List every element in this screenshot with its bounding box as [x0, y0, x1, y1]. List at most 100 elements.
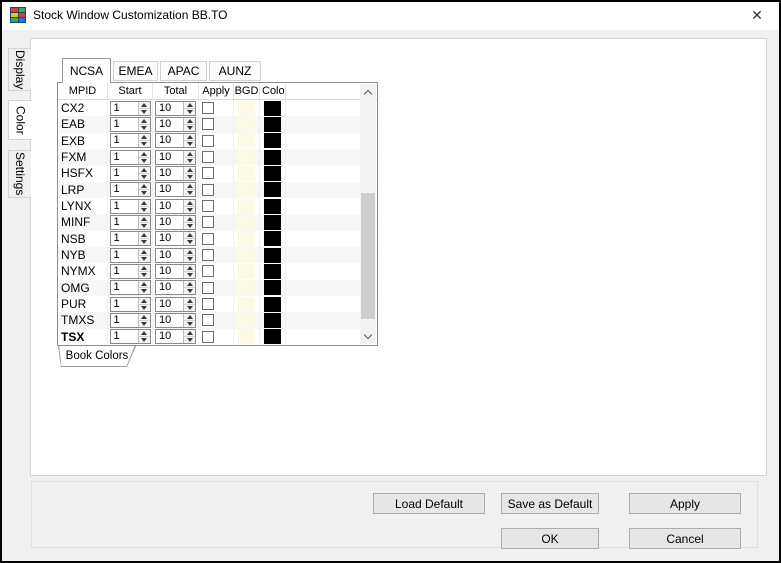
total-spinner-up-button[interactable] — [184, 134, 195, 142]
total-spinner-up-button[interactable] — [184, 166, 195, 174]
start-spinner-up-button[interactable] — [138, 232, 150, 240]
start-spinner-up-button[interactable] — [138, 199, 150, 207]
scroll-down-arrow[interactable] — [360, 328, 376, 344]
total-spinner[interactable]: 10 — [155, 182, 196, 198]
total-spinner-down-button[interactable] — [184, 271, 195, 278]
total-spinner-up-button[interactable] — [184, 183, 195, 191]
total-spinner[interactable]: 10 — [155, 133, 196, 149]
start-spinner-up-button[interactable] — [138, 150, 150, 158]
start-spinner[interactable]: 1 — [109, 116, 151, 132]
apply-checkbox[interactable] — [202, 102, 214, 115]
total-spinner[interactable]: 10 — [155, 165, 196, 181]
apply-checkbox[interactable] — [202, 200, 214, 213]
tab-ncsa[interactable]: NCSA — [62, 58, 111, 83]
tab-settings[interactable]: Settings — [8, 150, 31, 198]
color-swatch[interactable] — [264, 214, 281, 230]
apply-checkbox[interactable] — [202, 298, 214, 311]
bgd-swatch[interactable] — [238, 100, 255, 116]
total-spinner-down-button[interactable] — [184, 108, 195, 115]
start-spinner[interactable]: 1 — [109, 182, 151, 198]
start-spinner-up-button[interactable] — [138, 215, 150, 223]
bgd-swatch[interactable] — [238, 133, 255, 149]
color-swatch[interactable] — [264, 198, 281, 214]
start-spinner-up-button[interactable] — [138, 248, 150, 256]
tab-emea[interactable]: EMEA — [113, 61, 158, 81]
total-spinner[interactable]: 10 — [155, 312, 196, 328]
total-spinner-down-button[interactable] — [184, 304, 195, 311]
total-spinner-down-button[interactable] — [184, 337, 195, 344]
bgd-swatch[interactable] — [238, 231, 255, 247]
start-spinner[interactable]: 1 — [109, 165, 151, 181]
bgd-swatch[interactable] — [238, 182, 255, 198]
tab-display[interactable]: Display — [8, 48, 31, 91]
tab-apac[interactable]: APAC — [160, 61, 207, 81]
color-swatch[interactable] — [264, 149, 281, 165]
start-spinner-up-button[interactable] — [138, 183, 150, 191]
close-button[interactable]: ✕ — [739, 0, 775, 30]
total-spinner[interactable]: 10 — [155, 247, 196, 263]
start-spinner[interactable]: 1 — [109, 149, 151, 165]
total-spinner[interactable]: 10 — [155, 296, 196, 312]
apply-button[interactable]: Apply — [629, 493, 741, 514]
color-swatch[interactable] — [264, 165, 281, 181]
apply-checkbox[interactable] — [202, 281, 214, 294]
tab-aunz[interactable]: AUNZ — [209, 61, 261, 81]
apply-checkbox[interactable] — [202, 265, 214, 278]
total-spinner-up-button[interactable] — [184, 117, 195, 125]
bgd-swatch[interactable] — [238, 247, 255, 263]
start-spinner-up-button[interactable] — [138, 101, 150, 109]
color-swatch[interactable] — [264, 247, 281, 263]
total-spinner-down-button[interactable] — [184, 288, 195, 295]
start-spinner-down-button[interactable] — [138, 255, 150, 262]
total-spinner-down-button[interactable] — [184, 222, 195, 229]
bgd-swatch[interactable] — [238, 198, 255, 214]
bgd-swatch[interactable] — [238, 263, 255, 279]
start-spinner-down-button[interactable] — [138, 157, 150, 164]
color-swatch[interactable] — [264, 231, 281, 247]
total-spinner-up-button[interactable] — [184, 264, 195, 272]
start-spinner[interactable]: 1 — [109, 231, 151, 247]
apply-checkbox[interactable] — [202, 134, 214, 147]
bgd-swatch[interactable] — [238, 214, 255, 230]
start-spinner-down-button[interactable] — [138, 304, 150, 311]
start-spinner-down-button[interactable] — [138, 288, 150, 295]
start-spinner[interactable]: 1 — [109, 100, 151, 116]
start-spinner[interactable]: 1 — [109, 312, 151, 328]
start-spinner[interactable]: 1 — [109, 329, 151, 345]
apply-checkbox[interactable] — [202, 183, 214, 196]
apply-checkbox[interactable] — [202, 216, 214, 229]
bgd-swatch[interactable] — [238, 329, 255, 345]
total-spinner-down-button[interactable] — [184, 255, 195, 262]
start-spinner-down-button[interactable] — [138, 190, 150, 197]
total-spinner-down-button[interactable] — [184, 190, 195, 197]
tab-color[interactable]: Color — [8, 100, 32, 140]
book-colors-tab[interactable]: Book Colors — [58, 346, 136, 367]
color-swatch[interactable] — [264, 182, 281, 198]
start-spinner-up-button[interactable] — [138, 117, 150, 125]
apply-checkbox[interactable] — [202, 249, 214, 262]
start-spinner-up-button[interactable] — [138, 166, 150, 174]
start-spinner-down-button[interactable] — [138, 222, 150, 229]
start-spinner-up-button[interactable] — [138, 134, 150, 142]
start-spinner-down-button[interactable] — [138, 173, 150, 180]
total-spinner[interactable]: 10 — [155, 100, 196, 116]
scroll-thumb[interactable] — [361, 193, 375, 319]
total-spinner[interactable]: 10 — [155, 214, 196, 230]
color-swatch[interactable] — [264, 312, 281, 328]
apply-checkbox[interactable] — [202, 167, 214, 180]
total-spinner-up-button[interactable] — [184, 232, 195, 240]
start-spinner-down-button[interactable] — [138, 320, 150, 327]
apply-checkbox[interactable] — [202, 232, 214, 245]
start-spinner-up-button[interactable] — [138, 264, 150, 272]
total-spinner-up-button[interactable] — [184, 199, 195, 207]
total-spinner-up-button[interactable] — [184, 248, 195, 256]
bgd-swatch[interactable] — [238, 149, 255, 165]
total-spinner-up-button[interactable] — [184, 150, 195, 158]
color-swatch[interactable] — [264, 116, 281, 132]
total-spinner-down-button[interactable] — [184, 320, 195, 327]
color-swatch[interactable] — [264, 100, 281, 116]
total-spinner-up-button[interactable] — [184, 101, 195, 109]
cancel-button[interactable]: Cancel — [629, 528, 741, 549]
start-spinner-down-button[interactable] — [138, 337, 150, 344]
color-swatch[interactable] — [264, 329, 281, 345]
